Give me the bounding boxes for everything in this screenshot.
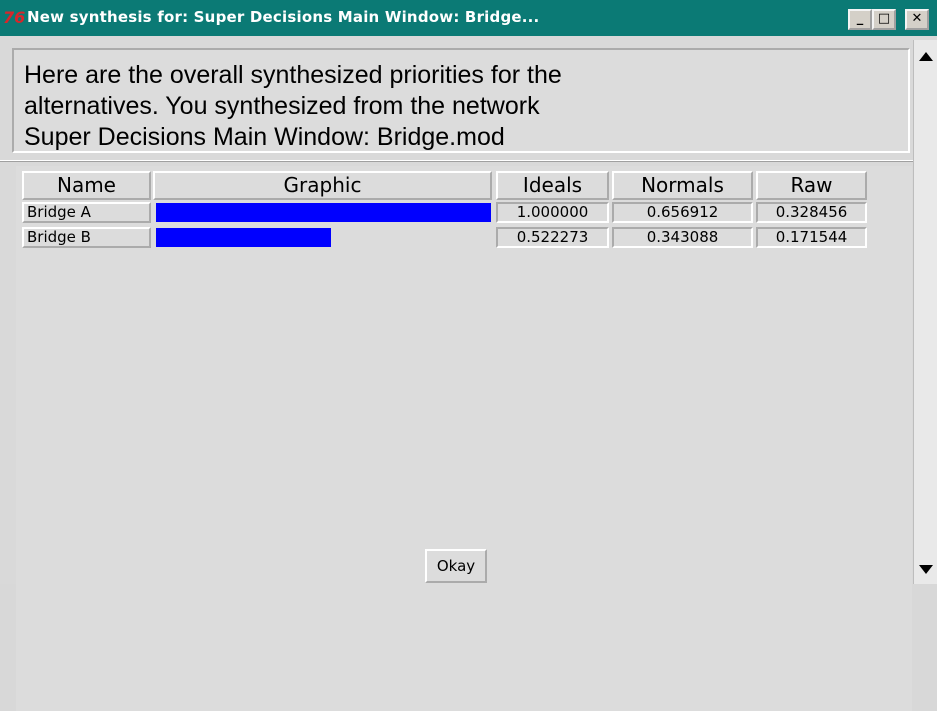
- row-name-bridge-a: Bridge A: [22, 202, 151, 223]
- close-button[interactable]: ✕: [905, 9, 929, 30]
- title-bar[interactable]: 76 New synthesis for: Super Decisions Ma…: [0, 0, 937, 36]
- separator: [0, 160, 913, 162]
- message-text: Here are the overall synthesized priorit…: [24, 61, 562, 151]
- header-graphic: Graphic: [153, 171, 492, 200]
- raw-value: 0.171544: [756, 227, 867, 248]
- row-name-bridge-b: Bridge B: [22, 227, 151, 248]
- vertical-scrollbar[interactable]: [913, 40, 937, 584]
- raw-value: 0.328456: [756, 202, 867, 223]
- maximize-button[interactable]: □: [872, 9, 896, 30]
- ideals-value: 1.000000: [496, 202, 609, 223]
- message-box: Here are the overall synthesized priorit…: [12, 48, 910, 153]
- priority-bar-bridge-b: [156, 228, 331, 247]
- header-ideals: Ideals: [496, 171, 609, 200]
- scroll-up-arrow-icon[interactable]: [919, 52, 933, 61]
- minimize-button[interactable]: _: [848, 9, 872, 30]
- header-raw: Raw: [756, 171, 867, 200]
- app-icon: 76: [3, 8, 26, 27]
- priority-bar-bridge-a: [156, 203, 491, 222]
- header-normals: Normals: [612, 171, 753, 200]
- window-title: New synthesis for: Super Decisions Main …: [27, 8, 540, 26]
- scroll-down-arrow-icon[interactable]: [919, 565, 933, 574]
- normals-value: 0.343088: [612, 227, 753, 248]
- header-name: Name: [22, 171, 151, 200]
- normals-value: 0.656912: [612, 202, 753, 223]
- synthesis-window: 76 New synthesis for: Super Decisions Ma…: [0, 0, 937, 711]
- okay-button[interactable]: Okay: [425, 549, 487, 583]
- ideals-value: 0.522273: [496, 227, 609, 248]
